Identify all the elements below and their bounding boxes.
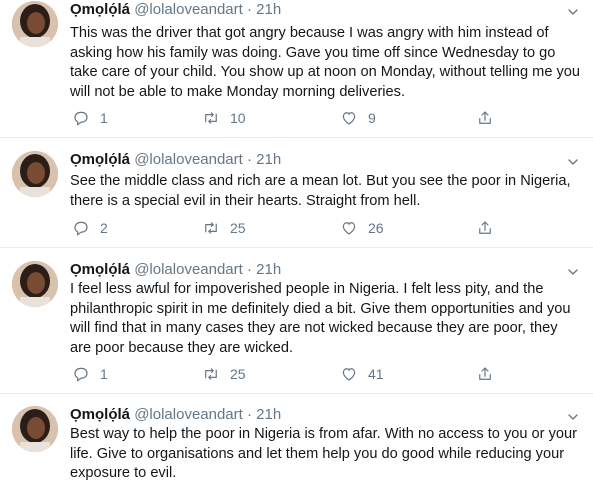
display-name[interactable]: Ọmọlọ́lá [70, 151, 130, 168]
separator-dot: · [247, 261, 252, 278]
tweet-header: Ọmọlọ́lá @lolaloveandart · 21h [70, 260, 281, 280]
like-button[interactable]: 41 [340, 364, 384, 384]
retweet-button[interactable]: 25 [202, 218, 246, 238]
retweet-icon [205, 112, 217, 124]
reply-button[interactable]: 1 [72, 108, 108, 128]
tweet-divider [0, 137, 593, 138]
timestamp[interactable]: 21h [256, 151, 281, 168]
avatar[interactable] [12, 261, 58, 307]
tweet-actions: 1 10 9 [70, 108, 500, 128]
separator-dot: · [247, 151, 252, 168]
reply-icon [74, 221, 88, 236]
tweet-header: Ọmọlọ́lá @lolaloveandart · 21h [70, 150, 281, 170]
chevron-down-icon[interactable] [565, 4, 581, 20]
like-icon [342, 368, 356, 381]
tweet-header: Ọmọlọ́lá @lolaloveandart · 21h [70, 405, 281, 425]
share-icon [479, 221, 491, 234]
avatar[interactable] [12, 406, 58, 452]
chevron-down-icon[interactable] [565, 409, 581, 425]
tweet-header: Ọmọlọ́lá @lolaloveandart · 21h [70, 0, 281, 20]
like-icon [342, 222, 356, 235]
tweet-divider [0, 393, 593, 394]
reply-button[interactable]: 1 [72, 364, 108, 384]
like-icon [342, 112, 356, 125]
user-handle[interactable]: @lolaloveandart [134, 261, 243, 278]
display-name[interactable]: Ọmọlọ́lá [70, 1, 130, 18]
timestamp[interactable]: 21h [256, 1, 281, 18]
retweet-icon [205, 222, 217, 234]
like-button[interactable]: 26 [340, 218, 384, 238]
tweet-text: I feel less awful for impoverished peopl… [70, 281, 571, 356]
share-icon [479, 367, 491, 380]
tweet-text: Best way to help the poor in Nigeria is … [70, 426, 577, 481]
like-count: 9 [368, 110, 376, 126]
chevron-down-icon[interactable] [565, 264, 581, 280]
share-icon [479, 111, 491, 124]
user-handle[interactable]: @lolaloveandart [134, 1, 243, 18]
reply-icon [74, 367, 88, 382]
retweet-icon [205, 368, 217, 380]
tweet-actions: 2 25 26 [70, 218, 500, 238]
share-button[interactable] [476, 364, 494, 384]
separator-dot: · [247, 406, 252, 423]
avatar[interactable] [12, 1, 58, 47]
retweet-button[interactable]: 25 [202, 364, 246, 384]
display-name[interactable]: Ọmọlọ́lá [70, 406, 130, 423]
reply-count: 1 [100, 110, 108, 126]
retweet-count: 25 [230, 220, 246, 236]
user-handle[interactable]: @lolaloveandart [134, 406, 243, 423]
tweet-text: See the middle class and rich are a mean… [70, 173, 571, 209]
like-count: 41 [368, 366, 384, 382]
share-button[interactable] [476, 218, 494, 238]
reply-button[interactable]: 2 [72, 218, 108, 238]
timestamp[interactable]: 21h [256, 261, 281, 278]
tweet[interactable]: Ọmọlọ́lá @lolaloveandart · 21h See the m… [0, 150, 593, 245]
like-button[interactable]: 9 [340, 108, 376, 128]
like-count: 26 [368, 220, 384, 236]
chevron-down-icon[interactable] [565, 154, 581, 170]
reply-icon [74, 111, 88, 126]
separator-dot: · [247, 1, 252, 18]
retweet-count: 10 [230, 110, 246, 126]
tweet-actions: 1 25 41 [70, 364, 500, 384]
reply-count: 2 [100, 220, 108, 236]
tweet[interactable]: Ọmọlọ́lá @lolaloveandart · 21h This was … [0, 0, 593, 135]
tweet[interactable]: Ọmọlọ́lá @lolaloveandart · 21h I feel le… [0, 260, 593, 395]
tweet-text: This was the driver that got angry becau… [70, 25, 581, 100]
tweet-divider [0, 247, 593, 248]
timestamp[interactable]: 21h [256, 406, 281, 423]
share-button[interactable] [476, 108, 494, 128]
tweet[interactable]: Ọmọlọ́lá @lolaloveandart · 21h Best way … [0, 405, 593, 489]
retweet-button[interactable]: 10 [202, 108, 246, 128]
display-name[interactable]: Ọmọlọ́lá [70, 261, 130, 278]
retweet-count: 25 [230, 366, 246, 382]
reply-count: 1 [100, 366, 108, 382]
user-handle[interactable]: @lolaloveandart [134, 151, 243, 168]
avatar[interactable] [12, 151, 58, 197]
